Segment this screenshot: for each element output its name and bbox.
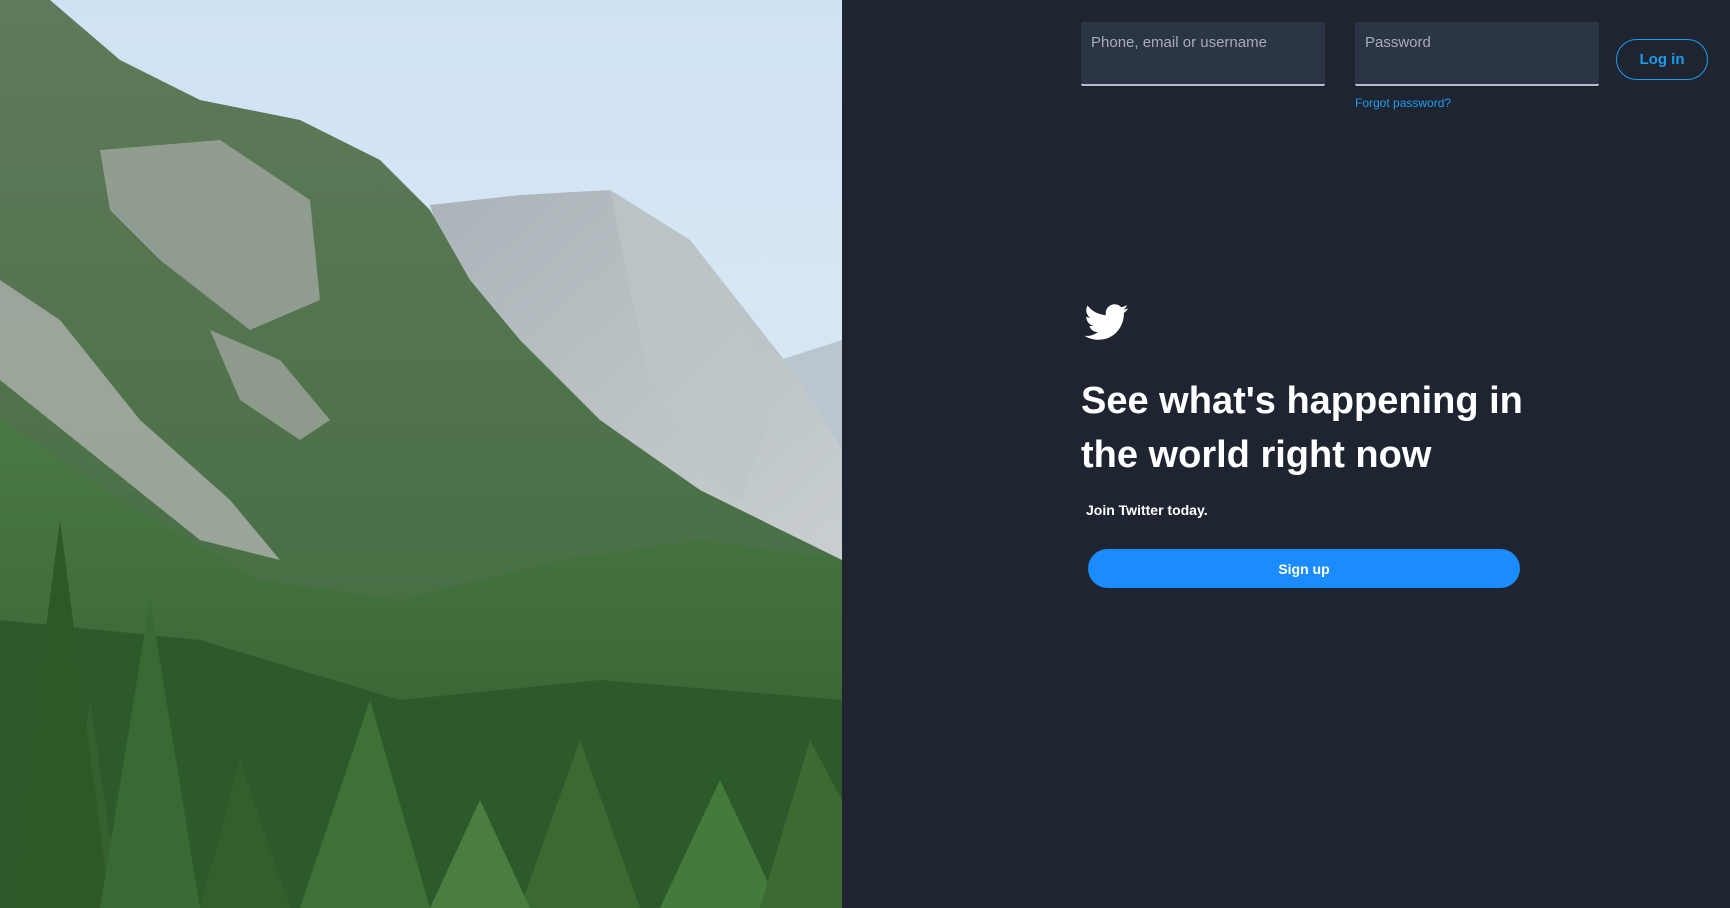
join-tagline: Join Twitter today. xyxy=(1086,502,1208,518)
signup-button[interactable]: Sign up xyxy=(1088,549,1520,588)
forgot-password-link[interactable]: Forgot password? xyxy=(1355,96,1451,110)
mountain-landscape-image xyxy=(0,0,842,908)
background-landscape-photo xyxy=(0,0,842,908)
login-button[interactable]: Log in xyxy=(1616,39,1708,80)
password-field[interactable] xyxy=(1355,22,1599,86)
twitter-bird-icon xyxy=(1084,304,1129,340)
phone-email-username-field[interactable] xyxy=(1081,22,1325,86)
password-input[interactable] xyxy=(1355,22,1599,84)
page-headline: See what's happening in the world right … xyxy=(1081,374,1551,482)
headline-line-2: the world right now xyxy=(1081,434,1432,476)
phone-email-username-input[interactable] xyxy=(1081,22,1325,84)
login-panel: Forgot password? Log in See what's happe… xyxy=(842,0,1730,908)
headline-line-1: See what's happening in xyxy=(1081,380,1523,422)
